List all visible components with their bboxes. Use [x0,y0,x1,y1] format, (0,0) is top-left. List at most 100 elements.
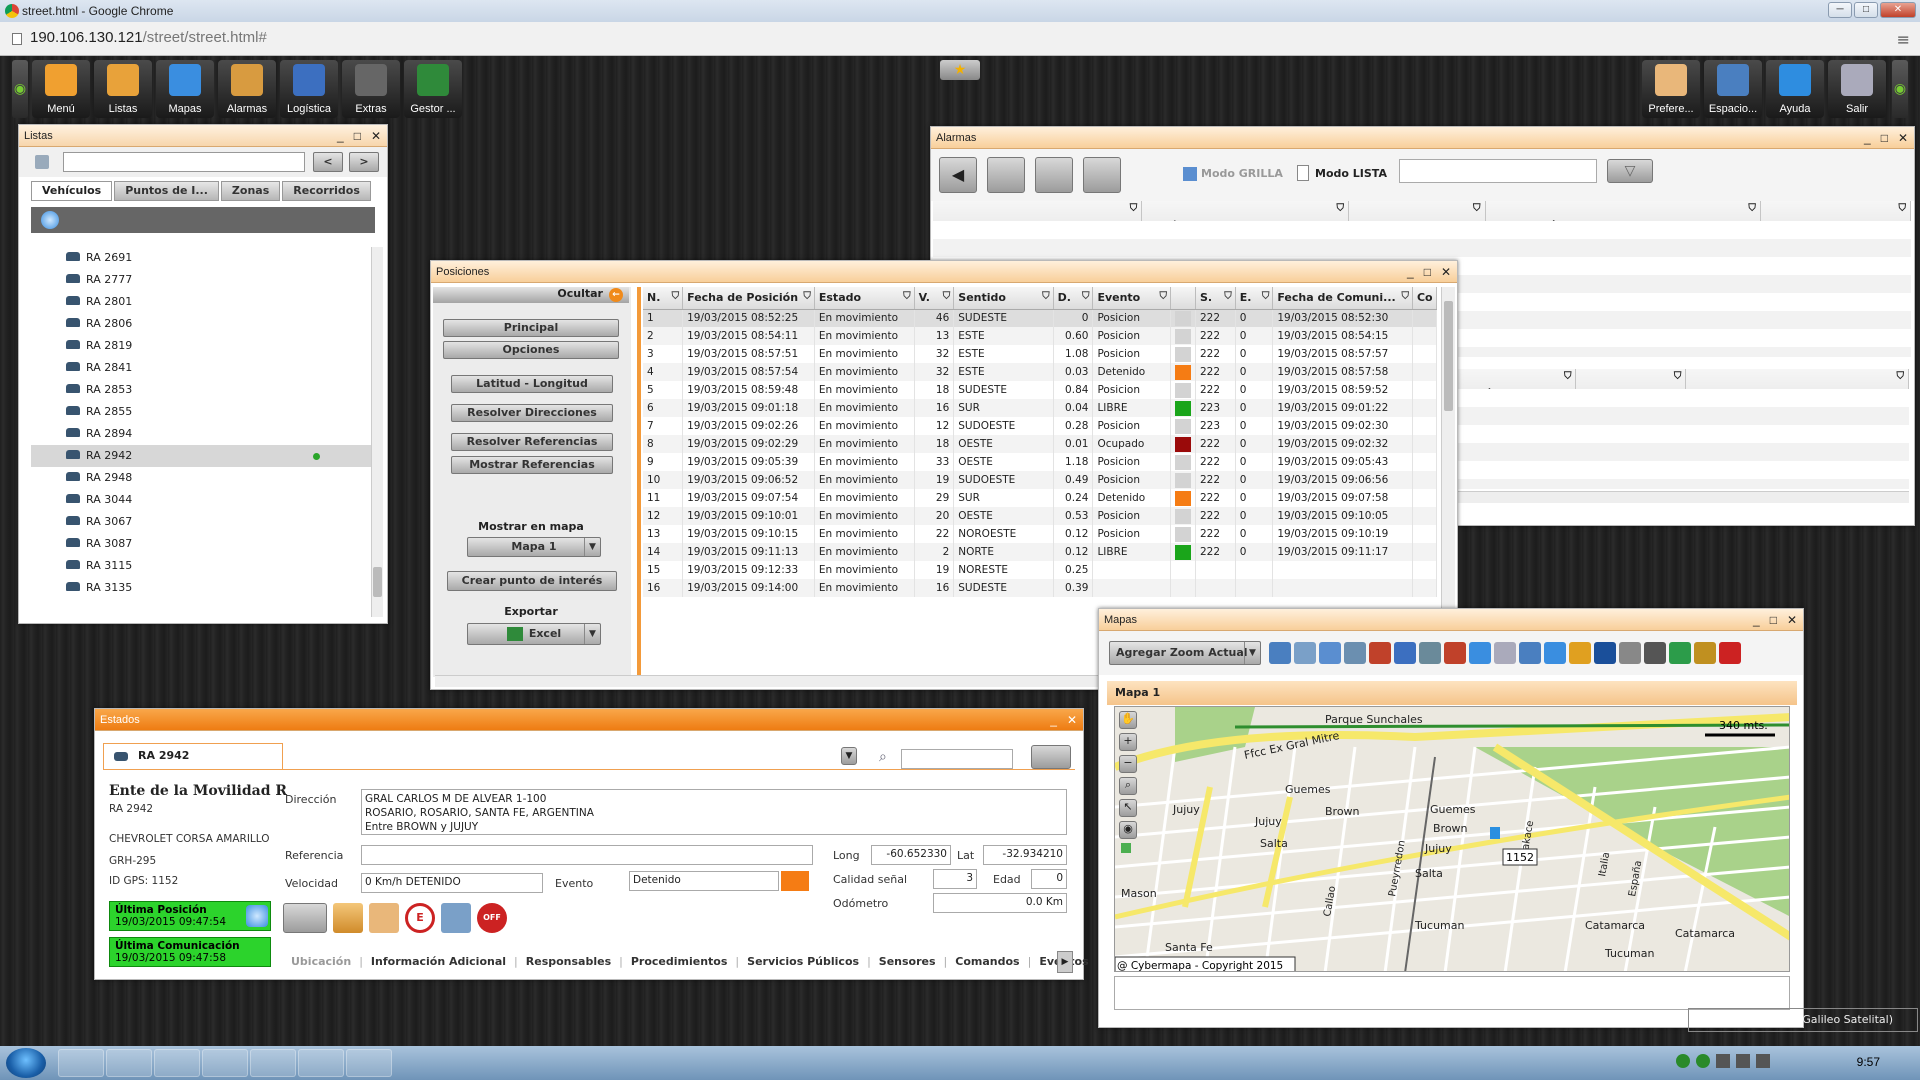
next-button[interactable]: > [349,152,379,172]
minimize-icon[interactable]: _ [337,125,344,147]
maximize-icon[interactable]: □ [354,125,361,147]
tray-icon[interactable] [1696,1054,1710,1068]
grid-icon[interactable] [1319,642,1341,664]
address-bar[interactable]: 190.106.130.121/street/street.html# ≡ [0,22,1920,56]
wrench-icon[interactable]: ≡ [1897,30,1910,49]
start-off-icon[interactable]: OFF [477,903,507,933]
list-item[interactable]: RA 2841 [31,357,371,379]
column-header[interactable] [1170,287,1196,310]
filter-icon[interactable]: ⛉ [1899,203,1907,214]
filter-icon[interactable]: ⛉ [803,291,811,302]
tab-bottom-3[interactable]: Procedimientos [631,955,728,968]
column-header[interactable]: V. ⛉ [914,287,955,310]
table-row[interactable]: 1 19/03/2015 08:52:25 En movimiento 46 SUDES… [643,309,1437,327]
zoom-box-icon[interactable]: ⌕ [1119,777,1137,795]
listas-search-input[interactable] [63,152,305,172]
column-header[interactable]: S. ⛉ [1195,287,1236,310]
folder-icon[interactable] [106,1049,152,1077]
url-field[interactable]: 190.106.130.121/street/street.html# [30,29,267,46]
vehicle-tab[interactable]: RA 2942 [103,743,283,769]
list-item[interactable]: RA 3087 [31,533,371,555]
side-button-4[interactable]: Resolver Referencias [451,433,613,451]
minimize-icon[interactable]: ─ [1828,2,1852,18]
tray-icon[interactable] [1716,1054,1730,1068]
app-icon[interactable] [154,1049,200,1077]
tab-0[interactable]: Vehículos [31,181,113,201]
home-icon[interactable] [1344,642,1366,664]
column-header[interactable]: Co [1412,287,1437,310]
extras-toolbar-button[interactable]: Extras [342,60,400,118]
tab-1[interactable]: Puntos de I... [114,181,219,201]
maximize-icon[interactable]: □ [1881,127,1888,149]
list-item[interactable]: RA 3135 [31,577,371,599]
pan-hand-icon[interactable]: ✋ [1119,711,1137,729]
google-icon[interactable] [1619,642,1641,664]
alarm-off-icon[interactable] [1719,642,1741,664]
speaker-icon[interactable]: ◀ [939,157,977,193]
logística-toolbar-button[interactable]: Logística [280,60,338,118]
vehicle-marker-icon[interactable] [1490,827,1500,839]
chrome-taskbar-icon[interactable] [202,1049,248,1077]
filter-icon[interactable]: ⛉ [1160,291,1168,302]
table-row[interactable]: 13 19/03/2015 09:10:15 En movimiento 22 NORO… [643,525,1437,543]
alarm-check-icon[interactable] [987,157,1025,193]
list-item[interactable]: RA 3044 [31,489,371,511]
side-button-1[interactable]: Opciones [443,341,619,359]
filter-icon[interactable]: ⛉ [1262,291,1270,302]
options-dropdown-icon[interactable] [283,903,327,933]
minimize-icon[interactable]: _ [1753,609,1760,631]
list-item[interactable]: RA 3115 [31,555,371,577]
chevron-down-icon[interactable]: ▼ [584,538,600,556]
gps-off-icon[interactable] [441,903,471,933]
vehicle-list-scrollbar[interactable] [371,247,383,617]
gestor-toolbar-button[interactable]: Gestor ... [404,60,462,118]
truck-icon[interactable] [1294,642,1316,664]
column-header[interactable]: D. ⛉ [1053,287,1094,310]
table-row[interactable]: 11 19/03/2015 09:07:54 En movimiento 29 SUR 0… [643,489,1437,507]
close-icon[interactable]: ✕ [1898,127,1908,149]
word-icon[interactable] [298,1049,344,1077]
ie-icon[interactable] [58,1049,104,1077]
tab-3[interactable]: Recorridos [282,181,371,201]
globe-icon[interactable] [1519,642,1541,664]
poi-icon[interactable] [1369,642,1391,664]
filter-icon[interactable]: ⛉ [1082,291,1090,302]
table-row[interactable]: 4 19/03/2015 08:57:54 En movimiento 32 ESTE 0… [643,363,1437,381]
alarm-user-icon[interactable] [1083,157,1121,193]
agregar-zoom-select[interactable]: Agregar Zoom Actual ▼ [1109,641,1261,665]
table-row[interactable]: 14 19/03/2015 09:11:13 En movimiento 2 NORTE… [643,543,1437,561]
table-row[interactable]: 15 19/03/2015 09:12:33 En movimiento 19 NORE… [643,561,1437,579]
list-item[interactable]: RA 2894 [31,423,371,445]
mapa-tab[interactable]: Mapa 1 [1107,681,1797,705]
column-header[interactable]: E. ⛉ [1235,287,1274,310]
filter-icon[interactable]: ⛉ [1473,203,1481,214]
list-item[interactable]: RA 2777 [31,269,371,291]
table-row[interactable]: 7 19/03/2015 09:02:26 En movimiento 12 SUDOE… [643,417,1437,435]
modo-grilla-button[interactable]: Modo GRILLA [1201,167,1283,180]
close-icon[interactable]: ✕ [371,125,381,147]
list-item[interactable]: RA 2819 [31,335,371,357]
table-row[interactable]: 16 19/03/2015 09:14:00 En movimiento 16 SUDE… [643,579,1437,597]
alarm-sync-icon[interactable] [1035,157,1073,193]
app2-icon[interactable] [346,1049,392,1077]
chevron-down-icon[interactable]: ▼ [841,747,857,765]
poi-icon[interactable] [1121,843,1131,853]
filter-icon[interactable]: ⛉ [1897,371,1905,382]
column-header[interactable]: Evento ⛉ [1092,287,1171,310]
chevron-down-icon[interactable]: ▼ [584,624,600,644]
globe-icon[interactable]: ◉ [1119,821,1137,839]
maximize-icon[interactable]: □ [1424,261,1431,283]
measure-icon[interactable] [1544,642,1566,664]
map-canvas[interactable]: Parque Sunchales Ffcc Ex Gral Mitre Guem… [1114,706,1790,972]
tab-bottom-2[interactable]: Responsables [526,955,611,968]
zoom-out-icon[interactable]: − [1119,755,1137,773]
filter-icon[interactable]: ⛉ [1224,291,1232,302]
excel-export-button[interactable]: Excel ▼ [467,623,601,645]
zone-icon[interactable] [1469,642,1491,664]
zoom-in-icon[interactable]: + [1119,733,1137,751]
tray-icon[interactable] [1676,1054,1690,1068]
tag-icon[interactable] [1569,642,1591,664]
filter-icon[interactable]: ⛉ [1401,291,1409,302]
estados-search-input[interactable] [901,749,1013,769]
export-icon[interactable] [1669,642,1691,664]
